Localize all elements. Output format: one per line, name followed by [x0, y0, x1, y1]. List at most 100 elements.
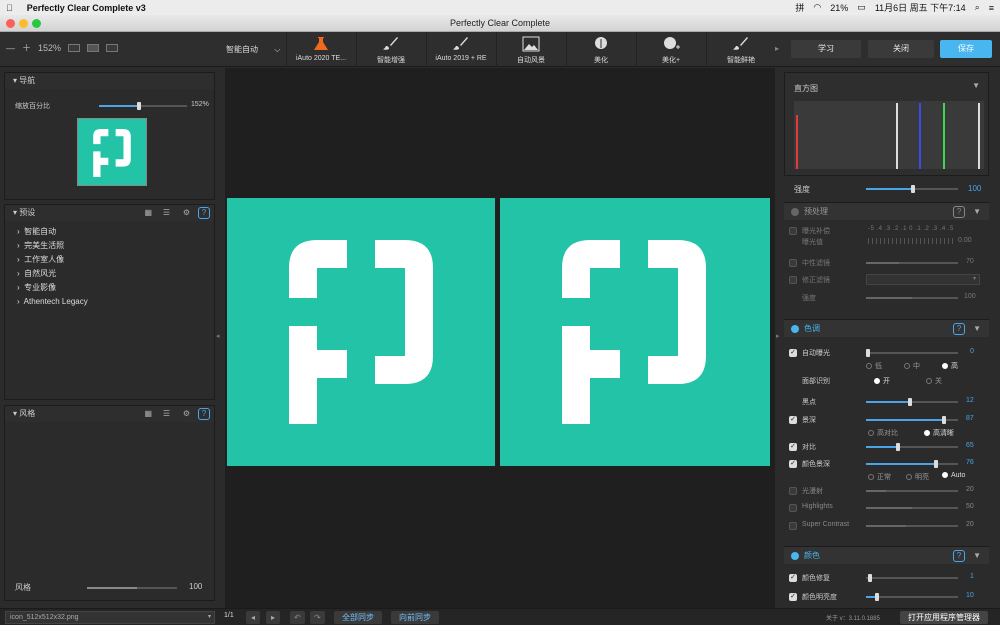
undo-button[interactable]: ↶	[290, 611, 305, 624]
preset-item[interactable]: › 完美生活照	[5, 239, 214, 253]
menubar-clock[interactable]: 11月6日 周五 下午7:14	[875, 1, 966, 14]
preset-button-vivid[interactable]: 智能鲜艳	[706, 32, 775, 67]
strength-slider[interactable]	[866, 185, 958, 193]
color-brightness-slider[interactable]	[866, 593, 958, 601]
preset-button-beautify[interactable]: 美化	[566, 32, 635, 67]
highlights-slider[interactable]	[866, 507, 958, 509]
original-image[interactable]	[227, 198, 495, 466]
close-window-button[interactable]	[6, 19, 15, 28]
preprocess-help-icon[interactable]: ?	[953, 206, 965, 218]
apple-icon[interactable]: 	[6, 3, 13, 13]
split-view-icon[interactable]	[87, 43, 100, 52]
neutral-filter-checkbox[interactable]	[789, 259, 797, 267]
correction-filter-select[interactable]: ▾	[866, 274, 980, 285]
navigator-header[interactable]: ▾ 导航	[5, 73, 214, 89]
preset-item[interactable]: › 工作室人像	[5, 253, 214, 267]
preset-item[interactable]: › 专业影像	[5, 281, 214, 295]
normal-radio[interactable]: 正常	[868, 472, 891, 482]
auto-exposure-checkbox[interactable]: ✓	[789, 349, 797, 357]
gear-icon[interactable]: ⚙	[183, 205, 190, 221]
tone-header[interactable]: 色调 ? ▼	[784, 319, 989, 337]
super-contrast-checkbox[interactable]	[789, 522, 797, 530]
presets-header[interactable]: ▾ 预设 ▦ ☰ ⚙ ?	[5, 205, 214, 221]
radio-high[interactable]: 高	[942, 361, 958, 371]
preset-item[interactable]: › 智能自动	[5, 225, 214, 239]
sync-forward-button[interactable]: 向前同步	[391, 611, 439, 624]
control-center-icon[interactable]: ≡	[989, 3, 994, 13]
contrast-checkbox[interactable]: ✓	[789, 443, 797, 451]
gear-icon[interactable]: ⚙	[183, 406, 190, 422]
vibrance-slider[interactable]	[866, 460, 958, 468]
corrected-image[interactable]	[500, 198, 770, 466]
contrast-slider[interactable]	[866, 443, 958, 451]
exposure-ruler[interactable]	[868, 238, 954, 244]
list-view-icon[interactable]: ☰	[163, 205, 170, 221]
zoom-out-button[interactable]: —	[6, 43, 15, 53]
image-canvas[interactable]	[225, 68, 775, 608]
radio-low[interactable]: 低	[866, 361, 882, 371]
color-toggle[interactable]	[791, 552, 799, 560]
color-header[interactable]: 颜色 ? ▼	[784, 546, 989, 564]
super-contrast-slider[interactable]	[866, 525, 958, 527]
preset-button-iauto2020[interactable]: iAuto 2020 TE...	[286, 32, 355, 67]
preset-button-smart-enhance[interactable]: 智能增强	[356, 32, 425, 67]
style-slider[interactable]	[87, 587, 177, 589]
prev-image-button[interactable]: ◂	[246, 611, 261, 624]
file-selector[interactable]: icon_512x512x32.png ▾	[5, 611, 215, 624]
highlights-checkbox[interactable]	[789, 504, 797, 512]
chevron-down-icon[interactable]: ▼	[973, 320, 981, 338]
tone-help-icon[interactable]: ?	[953, 323, 965, 335]
color-restore-slider[interactable]	[866, 574, 958, 582]
face-detect-off[interactable]: 关	[926, 376, 942, 386]
chevron-down-icon[interactable]: ▼	[973, 547, 981, 565]
side-view-icon[interactable]	[106, 43, 119, 52]
preset-button-beautify-plus[interactable]: 美化+	[636, 32, 705, 67]
auto-exposure-slider[interactable]	[866, 349, 958, 357]
preset-button-auto-landscape[interactable]: 自动风景	[496, 32, 565, 67]
high-def-radio[interactable]: 高清晰	[924, 428, 954, 438]
light-diffusion-checkbox[interactable]	[789, 487, 797, 495]
wifi-icon[interactable]: ◠	[813, 2, 821, 13]
grid-view-icon[interactable]: ▦	[144, 205, 152, 221]
preset-item[interactable]: › 自然风光	[5, 267, 214, 281]
face-detect-on[interactable]: 开	[874, 376, 890, 386]
close-button[interactable]: 关闭	[868, 40, 934, 58]
preprocess-toggle[interactable]	[791, 208, 799, 216]
search-icon[interactable]: ⌕	[975, 2, 980, 13]
input-method-icon[interactable]: 拼	[795, 1, 804, 14]
color-restore-checkbox[interactable]: ✓	[789, 574, 797, 582]
style-header[interactable]: ▾ 风格 ▦ ☰ ⚙ ?	[5, 406, 214, 422]
zoom-in-button[interactable]: ＋	[22, 41, 31, 54]
radio-mid[interactable]: 中	[904, 361, 920, 371]
light-diffusion-slider[interactable]	[866, 490, 958, 492]
zoom-slider[interactable]	[99, 102, 187, 110]
color-help-icon[interactable]: ?	[953, 550, 965, 562]
navigator-thumbnail[interactable]	[77, 118, 147, 186]
zoom-window-button[interactable]	[32, 19, 41, 28]
save-button[interactable]: 保存	[940, 40, 992, 58]
preprocess-header[interactable]: 预处理 ? ▼	[784, 202, 989, 220]
preset-dropdown[interactable]: 智能自动 ⌵	[226, 44, 280, 55]
high-contrast-radio[interactable]: 高对比	[868, 428, 898, 438]
neutral-filter-slider[interactable]	[866, 262, 958, 264]
preset-item[interactable]: › Athentech Legacy	[5, 295, 214, 309]
chevron-down-icon[interactable]: ▼	[972, 81, 980, 90]
version-text[interactable]: 关于 v：3.11.0.1885	[826, 613, 880, 622]
learn-button[interactable]: 学习	[791, 40, 861, 58]
vibrance-checkbox[interactable]: ✓	[789, 460, 797, 468]
open-app-manager-button[interactable]: 打开应用程序管理器	[900, 611, 988, 624]
depth-slider[interactable]	[866, 416, 958, 424]
bright-radio[interactable]: 明亮	[906, 472, 929, 482]
auto-radio[interactable]: Auto	[942, 472, 965, 479]
redo-button[interactable]: ↷	[310, 611, 325, 624]
next-image-button[interactable]: ▸	[266, 611, 281, 624]
collapse-right-icon[interactable]: ▸	[776, 332, 780, 340]
single-view-icon[interactable]	[68, 43, 81, 52]
collapse-left-icon[interactable]: ◂	[216, 332, 220, 340]
pre-strength-slider[interactable]	[866, 297, 958, 299]
style-help-icon[interactable]: ?	[198, 408, 210, 420]
chevron-right-icon[interactable]: ▸	[775, 44, 779, 53]
black-point-slider[interactable]	[866, 398, 958, 406]
chevron-down-icon[interactable]: ▼	[973, 203, 981, 221]
list-view-icon[interactable]: ☰	[163, 406, 170, 422]
